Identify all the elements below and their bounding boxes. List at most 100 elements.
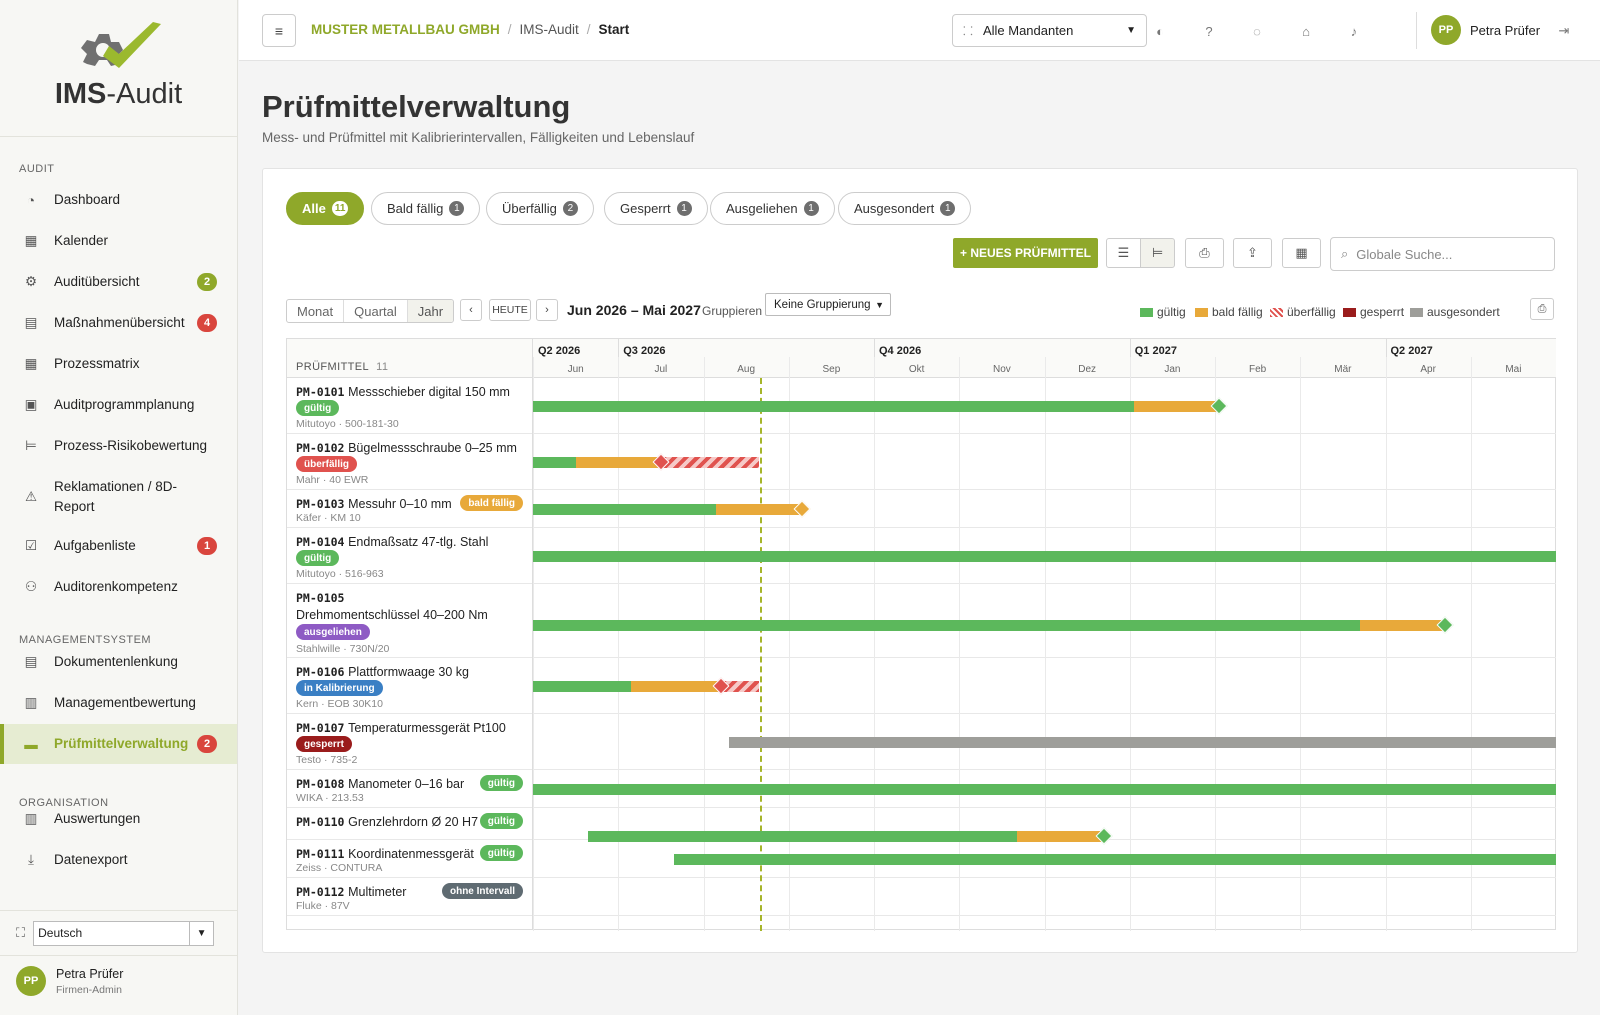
gantt-bar[interactable] (660, 457, 759, 468)
table-row[interactable]: PM-0101 Messschieber digital 150 mm gülti… (287, 378, 532, 434)
filter-pill-5[interactable]: Ausgesondert 1 (838, 192, 972, 225)
bell-icon[interactable]: ♪ (1345, 22, 1363, 40)
view-quarter[interactable]: Quartal (344, 300, 408, 322)
timeline-view-button[interactable]: ⊨ (1140, 238, 1175, 268)
gantt-bar[interactable] (575, 457, 661, 468)
print-button[interactable]: ⎙ (1185, 238, 1224, 268)
gantt-bar[interactable] (1359, 620, 1446, 631)
list-view-button[interactable]: ☰ (1106, 238, 1141, 268)
tenant-select[interactable]: ⸬ Alle Mandanten ▼ (952, 14, 1147, 47)
row-title: PM-0103 Messuhr 0–10 mm (296, 496, 452, 511)
prev-period-button[interactable]: ‹ (460, 299, 482, 321)
menu-toggle-button[interactable]: ≡ (262, 14, 296, 47)
status-badge: ohne Intervall (441, 883, 523, 899)
export-button[interactable]: ⇪ (1233, 238, 1272, 268)
gantt-bar[interactable] (1017, 831, 1105, 842)
table-row[interactable]: PM-0107 Temperaturmessgerät Pt100 gesperr… (287, 714, 532, 770)
status-badge: in Kalibrierung (296, 680, 383, 696)
user-profile[interactable]: PP Petra Prüfer Firmen-Admin (16, 966, 123, 996)
filter-label: Ausgeliehen (726, 201, 798, 216)
month-label: Jun (567, 364, 584, 375)
table-row[interactable]: PM-0106 Plattformwaage 30 kg in Kalibrier… (287, 658, 532, 714)
table-row[interactable]: PM-0103 Messuhr 0–10 mm bald fällig Käfer … (287, 490, 532, 528)
sidebar-item-7[interactable]: ⚠ Reklamationen / 8D- Report (0, 467, 237, 527)
filter-pill-2[interactable]: Überfällig 2 (486, 192, 594, 225)
chevron-left-icon: ‹ (469, 304, 473, 316)
sidebar-item-2[interactable]: ⚙ Auditübersicht 2 (0, 262, 237, 302)
gantt-bar[interactable] (588, 831, 1018, 842)
sidebar-item-12[interactable]: ▬ Prüfmittelverwaltung 2 (0, 724, 237, 764)
app-logo[interactable]: IMS-Audit (0, 0, 237, 137)
search-placeholder: Globale Suche... (1356, 246, 1453, 262)
table-row[interactable]: PM-0102 Bügelmessschraube 0–25 mm überfäl… (287, 434, 532, 490)
legend-print-button[interactable]: ⎙ (1530, 298, 1554, 320)
gantt-bar[interactable] (533, 401, 1134, 412)
help-icon[interactable]: ? (1200, 22, 1218, 40)
column-count: 11 (376, 361, 389, 373)
next-period-button[interactable]: › (536, 299, 558, 321)
breadcrumb: MUSTER METALLBAU GMBH / IMS-Audit / Star… (311, 22, 629, 37)
top-user-name[interactable]: Petra Prüfer (1470, 23, 1540, 38)
sidebar-item-10[interactable]: ▤ Dokumentenlenkung (0, 642, 237, 682)
sidebar-item-8[interactable]: ☑ Aufgabenliste 1 (0, 526, 237, 566)
gantt-bar[interactable] (533, 504, 717, 515)
document-icon: ▤ (24, 654, 38, 669)
new-equipment-button[interactable]: + NEUES PRÜFMITTEL (953, 238, 1098, 268)
global-search[interactable]: ⌕ Globale Suche... (1330, 237, 1555, 271)
gantt-bar[interactable] (533, 681, 632, 692)
sidebar-item-1[interactable]: ▦ Kalender (0, 221, 237, 261)
avatar[interactable]: PP (1431, 15, 1461, 45)
filter-pill-4[interactable]: Ausgeliehen 1 (710, 192, 835, 225)
view-month[interactable]: Monat (287, 300, 345, 322)
row-title: PM-0111 Koordinatenmessgerät (296, 846, 474, 861)
table-row[interactable]: PM-0110 Grenzlehrdorn Ø 20 H7 gültig (287, 808, 532, 840)
breadcrumb-app[interactable]: IMS-Audit (520, 22, 579, 37)
sidebar-item-4[interactable]: ▦ Prozessmatrix (0, 344, 237, 384)
month-gridline (1215, 357, 1216, 931)
sidebar-badge: 4 (197, 314, 217, 332)
sidebar-item-6[interactable]: ⊨ Prozess-Risikobewertung (0, 426, 237, 466)
gantt-bar[interactable] (1134, 401, 1220, 412)
theme-toggle-icon[interactable]: ◐ (1151, 22, 1169, 40)
grouping-select[interactable]: Keine Gruppierung ▼ (765, 293, 891, 316)
filter-pill-3[interactable]: Gesperrt 1 (604, 192, 708, 225)
sidebar-item-0[interactable]: ◔ Dashboard (0, 180, 237, 220)
gantt-bar[interactable] (533, 551, 1556, 562)
gantt-bar[interactable] (729, 737, 1556, 748)
today-button[interactable]: HEUTE (489, 299, 531, 321)
table-row[interactable]: PM-0111 Koordinatenmessgerät gültig Zeiss … (287, 840, 532, 878)
qr-code-button[interactable]: ▦ (1282, 238, 1321, 268)
calendar-icon: ▦ (24, 233, 38, 248)
gantt-bar[interactable] (533, 620, 1360, 631)
filter-pill-0[interactable]: Alle 11 (286, 192, 365, 225)
filter-count: 11 (331, 201, 349, 216)
equipment-meta: Testo · 735-2 (296, 754, 358, 766)
equipment-id: PM-0101 (296, 385, 345, 399)
sidebar-item-11[interactable]: ▥ Managementbewertung (0, 683, 237, 723)
table-row[interactable]: PM-0108 Manometer 0–16 bar gültig WIKA · 2… (287, 770, 532, 808)
table-row[interactable]: PM-0104 Endmaßsatz 47-tlg. Stahl gültig Mi… (287, 528, 532, 584)
table-row[interactable]: PM-0112 Multimeter ohne Intervall Fluke · … (287, 878, 532, 916)
gantt-bar[interactable] (673, 854, 1556, 865)
sidebar-item-5[interactable]: ▣ Auditprogrammplanung (0, 385, 237, 425)
sidebar-item-9[interactable]: ⚇ Auditorenkompetenz (0, 567, 237, 607)
view-year[interactable]: Jahr (407, 300, 454, 322)
gantt-bar[interactable] (716, 504, 802, 515)
gantt-bar[interactable] (533, 457, 576, 468)
top-bar: ≡ MUSTER METALLBAU GMBH / IMS-Audit / St… (239, 0, 1600, 61)
inbox-icon[interactable]: ⌂ (1297, 22, 1315, 40)
table-row[interactable]: PM-0105 Drehmomentschlüssel 40–200 Nm ausg… (287, 584, 532, 658)
logout-icon[interactable]: ⇥ (1555, 22, 1573, 40)
sidebar-item-3[interactable]: ▤ Maßnahmenübersicht 4 (0, 303, 237, 343)
sidebar-item-14[interactable]: ⤓ Datenexport (0, 840, 237, 880)
filter-pill-1[interactable]: Bald fällig 1 (371, 192, 481, 225)
month-label: Jan (1164, 364, 1181, 375)
month-label: Jul (654, 364, 668, 375)
ruler-icon: ▬ (24, 736, 38, 752)
chat-icon[interactable]: ◌ (1248, 22, 1266, 40)
gantt-bar[interactable] (631, 681, 721, 692)
breadcrumb-company[interactable]: MUSTER METALLBAU GMBH (311, 22, 500, 37)
sidebar-item-label: Aufgabenliste (54, 538, 136, 553)
language-select[interactable]: Deutsch ▼ (33, 920, 215, 946)
gantt-bar[interactable] (533, 784, 1556, 795)
